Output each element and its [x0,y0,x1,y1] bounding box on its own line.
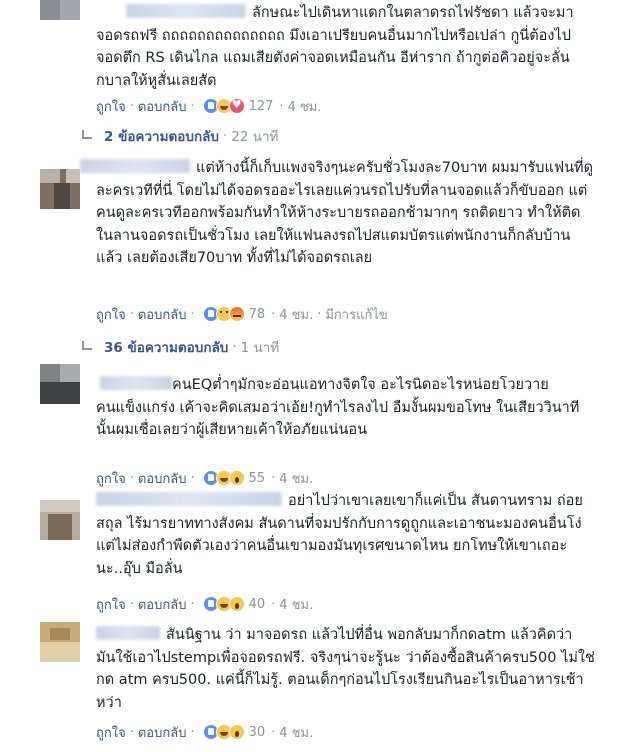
timestamp[interactable]: 4 ชม. [279,722,313,743]
reply-button[interactable]: ตอบกลับ [138,468,187,489]
reaction-count[interactable]: 127 [249,99,274,114]
like-button[interactable]: ถูกใจ [96,304,126,325]
avatar[interactable] [40,0,80,20]
like-button[interactable]: ถูกใจ [96,722,126,743]
reaction-count[interactable]: 30 [249,725,266,740]
wow-reaction-icon [228,724,245,740]
comment-text: ลักษณะไปเดินหาแดกในตลาดรถไฟรัชดา แล้วจะม… [96,4,574,89]
comment-text: อย่าไปว่าเขาเลยเขาก็แค่เป็น สันดานทราม ถ… [96,492,588,577]
reply-button[interactable]: ตอบกลับ [138,304,187,325]
like-button[interactable]: ถูกใจ [96,468,126,489]
commenter-name[interactable] [80,159,190,173]
comment-actions: ถูกใจ · ตอบกลับ · 40 · 4 ชม. [96,594,313,614]
angry-reaction-icon [228,306,245,322]
commenter-name[interactable] [96,492,282,506]
avatar[interactable] [40,500,80,540]
timestamp[interactable]: 4 ชม. [279,594,313,615]
avatar[interactable] [40,169,80,209]
reply-arrow-icon [80,130,94,142]
reply-button[interactable]: ตอบกลับ [138,594,187,615]
view-replies-link[interactable]: 36 ข้อความตอบกลับ · 1 นาที [80,337,279,357]
comment-actions: ถูกใจ · ตอบกลับ · 30 · 4 ชม. [96,722,313,742]
edited-label[interactable]: มีการแก้ไข [325,304,387,325]
timestamp: 22 นาที [231,129,279,145]
timestamp[interactable]: 4 ชม. [279,304,313,325]
comment-text: แต่ห้างนี้ก็เก็บแพงจริงๆนะครับชั่วโมงละ7… [80,157,596,270]
timestamp[interactable]: 4 ชม. [279,468,313,489]
reaction-count[interactable]: 40 [249,597,266,612]
comment-text: สันนิฐาน ว่า มาจอดรถ แล้วไปที่อื่น พอกลั… [96,626,595,711]
comment-text: คนEQต่ำๆมักจะอ่อนแอทางจิตใจ อะไรนิดอะไรห… [96,376,580,438]
commenter-name[interactable] [100,376,172,390]
reactions[interactable] [202,470,245,486]
like-button[interactable]: ถูกใจ [96,96,126,117]
comment-actions: ถูกใจ · ตอบกลับ · 127 · 4 ชม. [96,96,322,116]
avatar[interactable] [40,622,80,662]
comment-actions: ถูกใจ · ตอบกลับ · 55 · 4 ชม. [96,468,313,488]
reactions[interactable] [202,306,245,322]
reply-arrow-icon [80,341,94,353]
timestamp: 1 นาที [240,340,280,356]
reply-button[interactable]: ตอบกลับ [138,722,187,743]
wow-reaction-icon [228,596,245,612]
reactions[interactable] [202,724,245,740]
like-button[interactable]: ถูกใจ [96,594,126,615]
timestamp[interactable]: 4 ชม. [288,96,322,117]
reaction-count[interactable]: 78 [249,307,266,322]
reaction-count[interactable]: 55 [249,471,266,486]
avatar[interactable] [40,364,80,404]
commenter-name[interactable] [126,4,246,18]
comment-actions: ถูกใจ · ตอบกลับ · 78 · 4 ชม. · มีการแก้ไ… [96,304,388,324]
reply-button[interactable]: ตอบกลับ [138,96,187,117]
love-reaction-icon [228,98,245,114]
reactions[interactable] [202,596,245,612]
view-replies-link[interactable]: 2 ข้อความตอบกลับ · 22 นาที [80,126,278,146]
commenter-name[interactable] [96,626,160,640]
wow-reaction-icon [228,470,245,486]
reactions[interactable] [202,98,245,114]
